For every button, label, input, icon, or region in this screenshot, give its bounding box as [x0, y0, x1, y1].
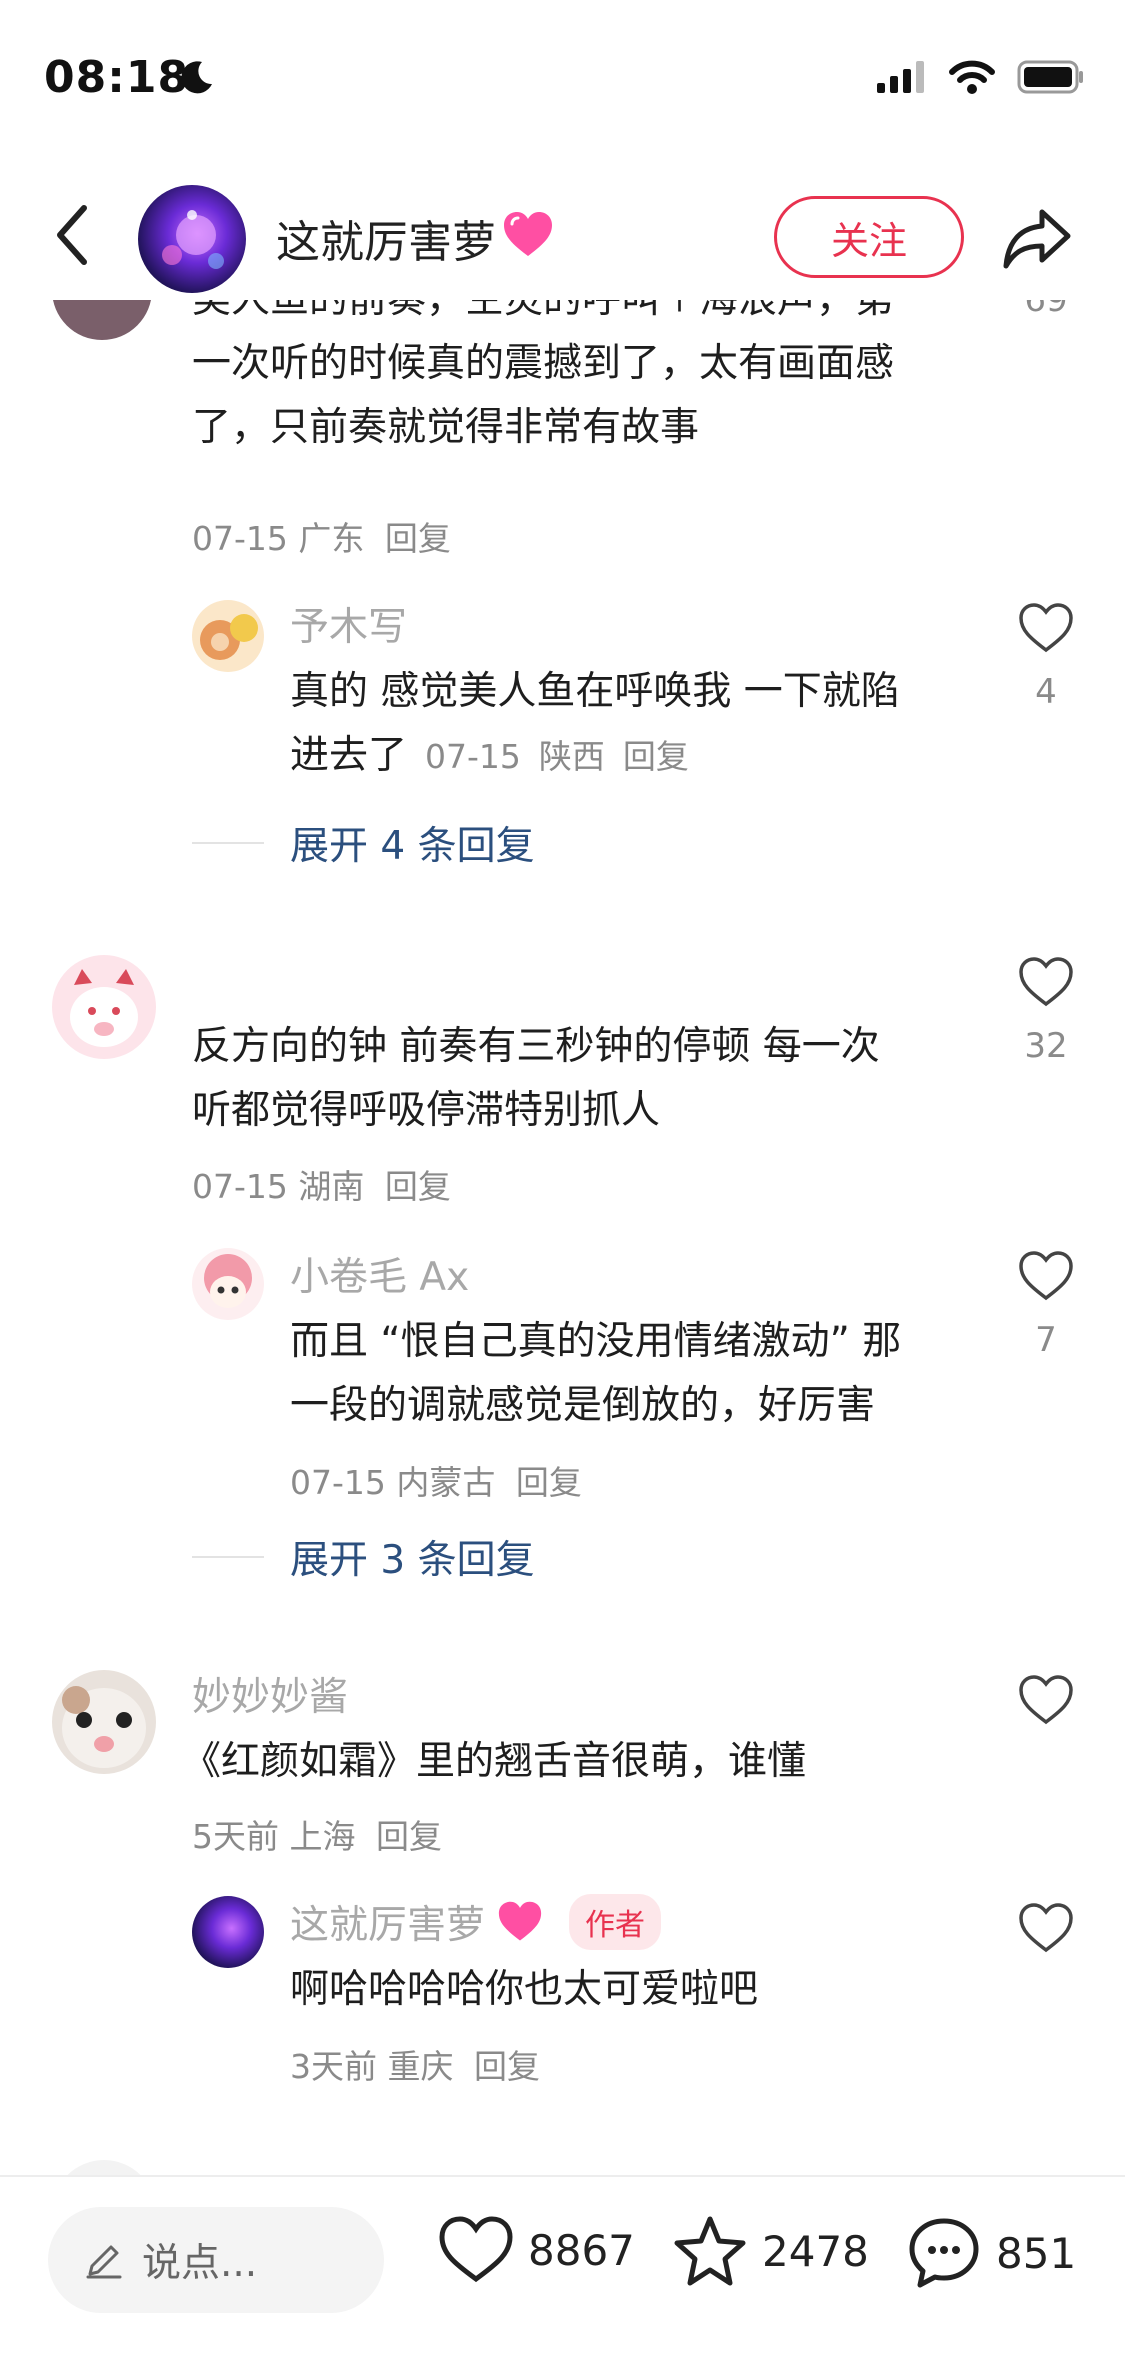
header: 这就厉害萝 关注	[0, 170, 1125, 300]
favorite-count: 2478	[762, 2226, 869, 2276]
comment-meta: 5天前 上海 回复	[192, 1810, 442, 1858]
comment-input[interactable]: 说点...	[48, 2207, 384, 2313]
wifi-icon	[949, 60, 995, 94]
comment-location: 广东	[298, 519, 365, 558]
reply-button[interactable]: 回复	[516, 1463, 582, 1502]
avatar-image	[70, 969, 138, 1047]
comment-meta: 07-15 湖南 回复	[192, 1160, 451, 1208]
battery-icon	[1017, 60, 1083, 94]
comment-text: 反方向的钟 前奏有三秒钟的停顿 每一次	[192, 1024, 880, 1069]
comment-date: 07-15	[192, 1167, 288, 1206]
username[interactable]: 妙妙妙酱	[192, 1666, 348, 1722]
like-heart-icon[interactable]	[1018, 956, 1074, 1008]
like-count: 32	[1024, 1026, 1068, 1066]
reply-location: 重庆	[387, 2047, 454, 2086]
heart-icon	[439, 2216, 513, 2283]
avatar-image	[204, 1254, 252, 1308]
comment-date: 5天前	[192, 1817, 279, 1856]
reply-text: 进去了	[290, 733, 408, 778]
reply-location: 陕西	[538, 737, 605, 776]
author-name[interactable]: 这就厉害萝	[276, 206, 496, 270]
expand-replies-link[interactable]: 展开 4 条回复	[290, 815, 535, 871]
like-count: 69	[1024, 300, 1068, 320]
bottom-bar: 说点... 8867 2478 851	[0, 2175, 1125, 2379]
author-badge: 作者	[569, 1894, 662, 1950]
status-icons	[877, 60, 1085, 94]
like-count: 4	[1035, 672, 1057, 712]
share-icon[interactable]	[1002, 206, 1072, 270]
like-heart-icon[interactable]	[1018, 1902, 1074, 1954]
comment-placeholder: 说点...	[142, 2241, 258, 2286]
status-bar: 08:18	[0, 0, 1125, 150]
reply-meta: 3天前 重庆 回复	[290, 2040, 540, 2088]
reply-date: 07-15	[425, 737, 521, 776]
moon-icon	[181, 61, 212, 94]
comment-text: 一次听的时候真的震撼到了，太有画面感	[192, 341, 895, 386]
reply-button[interactable]: 回复	[376, 1817, 442, 1856]
avatar[interactable]	[52, 1670, 156, 1774]
avatar-image	[62, 1686, 146, 1768]
favorite-stat[interactable]: 2478	[672, 2215, 869, 2287]
comment-text: 美人鱼的前奏，空灵的呼叫＋海浪声，第	[192, 300, 894, 332]
reply-button[interactable]: 回复	[623, 730, 689, 778]
like-heart-icon[interactable]	[1018, 602, 1074, 654]
reply-button[interactable]: 回复	[385, 1167, 451, 1206]
avatar[interactable]	[52, 2160, 156, 2175]
like-heart-icon[interactable]	[1018, 1674, 1074, 1726]
comment-text: 了，只前奏就觉得非常有故事	[192, 405, 700, 450]
follow-button[interactable]: 关注	[774, 196, 964, 278]
reply-meta: 07-15 内蒙古 回复	[290, 1456, 582, 1504]
reply-date: 3天前	[290, 2047, 377, 2086]
pink-heart-icon	[498, 1901, 542, 1941]
username[interactable]: 这就厉害萝	[290, 1894, 485, 1950]
back-icon[interactable]	[48, 200, 98, 270]
username[interactable]: 予木写	[290, 596, 407, 652]
star-icon	[674, 2216, 746, 2286]
comment-stat[interactable]: 851	[906, 2215, 1076, 2291]
comment-count: 851	[996, 2228, 1077, 2278]
comment-bubble-icon	[909, 2218, 979, 2288]
signal-icon	[877, 61, 924, 93]
avatar[interactable]	[52, 955, 156, 1059]
reply-button[interactable]: 回复	[474, 2047, 540, 2086]
like-heart-icon[interactable]	[1018, 1250, 1074, 1302]
comment-text: 《红颜如霜》里的翘舌音很萌，谁懂	[182, 1739, 807, 1784]
expand-divider	[192, 842, 264, 844]
reply-button[interactable]: 回复	[385, 519, 451, 558]
reply-text: 一段的调就感觉是倒放的，好厉害	[290, 1383, 876, 1428]
like-count: 7	[1035, 1320, 1057, 1360]
avatar[interactable]	[52, 300, 152, 340]
comment-date: 07-15	[192, 519, 288, 558]
reply-location: 内蒙古	[396, 1463, 496, 1502]
comment-meta: 07-15 广东 回复	[192, 512, 451, 560]
reply-text: 啊哈哈哈哈你也太可爱啦吧	[290, 1967, 759, 2012]
comment-list: 美人鱼的前奏，空灵的呼叫＋海浪声，第 一次听的时候真的震撼到了，太有画面感 了，…	[0, 300, 1125, 2175]
avatar-image	[200, 614, 258, 660]
avatar[interactable]	[192, 1248, 264, 1320]
expand-divider	[192, 1556, 264, 1558]
reply-date: 07-15	[290, 1463, 386, 1502]
author-avatar[interactable]	[138, 185, 246, 293]
reply-text-row: 进去了 07-15 陕西 回复	[290, 724, 689, 788]
reply-text: 真的 感觉美人鱼在呼唤我 一下就陷	[290, 669, 900, 714]
pencil-icon	[86, 2245, 122, 2279]
expand-replies-link[interactable]: 展开 3 条回复	[290, 1529, 535, 1585]
avatar[interactable]	[192, 600, 264, 672]
avatar-image	[162, 210, 224, 269]
username[interactable]: 小卷毛 Ax	[290, 1246, 469, 1302]
status-time: 08:18	[44, 52, 190, 103]
reply-header: 这就厉害萝 作者	[290, 1894, 662, 1950]
reply-text: 而且 “恨自己真的没用情绪激动” 那	[290, 1319, 902, 1364]
comment-location: 湖南	[298, 1167, 365, 1206]
like-count-total: 8867	[528, 2225, 635, 2275]
pink-heart-icon	[504, 212, 552, 256]
avatar[interactable]	[192, 1896, 264, 1968]
comment-text: 听都觉得呼吸停滞特别抓人	[192, 1088, 661, 1133]
like-stat[interactable]: 8867	[438, 2215, 635, 2285]
comment-location: 上海	[289, 1817, 356, 1856]
